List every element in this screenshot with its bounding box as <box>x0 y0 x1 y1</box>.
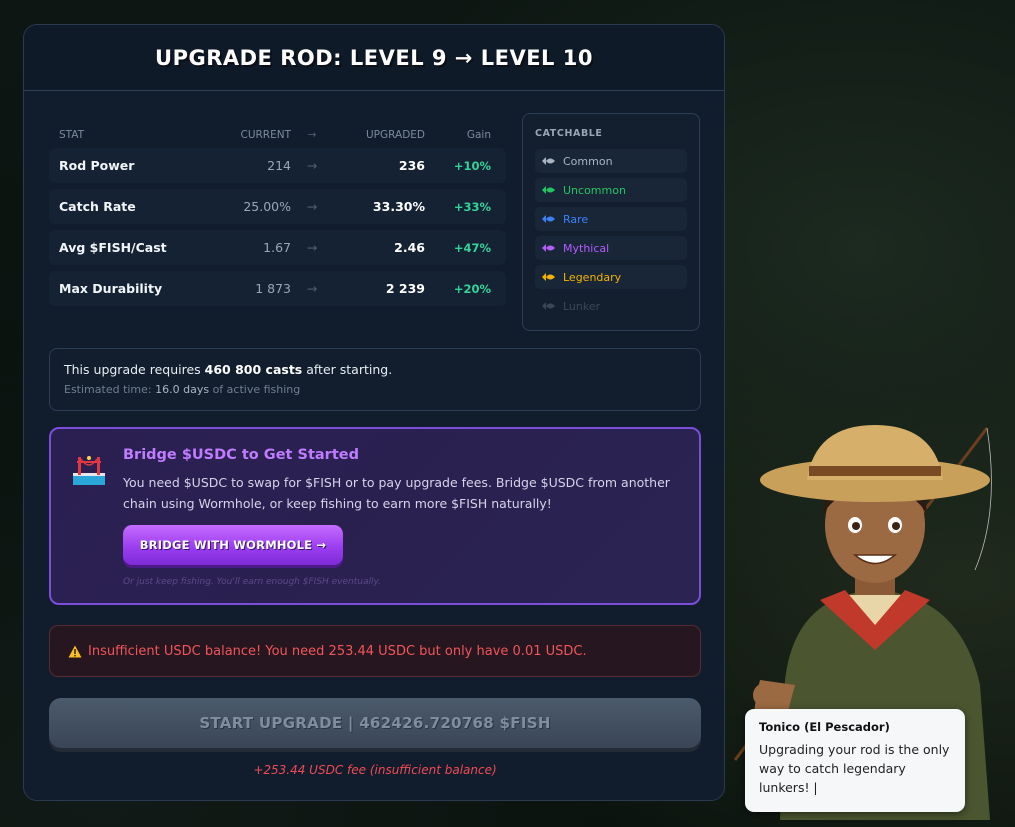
stat-current: 214 <box>267 158 291 173</box>
stat-upgraded: 236 <box>398 158 425 173</box>
warning-text: Insufficient USDC balance! You need 253.… <box>88 643 587 659</box>
panel-title: UPGRADE ROD: LEVEL 9 → LEVEL 10 <box>155 45 593 70</box>
req-prefix: This upgrade requires <box>64 362 205 377</box>
header-gain: Gain <box>466 129 491 141</box>
fish-icon <box>542 215 555 223</box>
rarity-label: Legendary <box>563 270 622 284</box>
stat-gain: +20% <box>453 281 491 296</box>
stat-name: Catch Rate <box>59 199 136 214</box>
catchable-title: CATCHABLE <box>535 128 603 139</box>
list-item: Rare <box>535 207 687 231</box>
requirements-text: This upgrade requires 460 800 casts afte… <box>64 362 686 377</box>
stat-current: 1.67 <box>263 240 291 255</box>
rarity-label: Common <box>563 154 613 168</box>
fish-icon <box>542 157 555 165</box>
bridge-usdc-card: Bridge $USDC to Get Started You need $US… <box>49 427 701 605</box>
insufficient-balance-alert: Insufficient USDC balance! You need 253.… <box>49 625 701 677</box>
list-item: Uncommon <box>535 178 687 202</box>
rarity-label: Rare <box>563 212 589 226</box>
requirements-box: This upgrade requires 460 800 casts afte… <box>49 348 701 411</box>
bridge-description: You need $USDC to swap for $FISH or to p… <box>123 475 670 511</box>
stat-current: 1 873 <box>255 281 291 296</box>
est-suffix: of active fishing <box>209 383 301 396</box>
fish-icon <box>542 244 555 252</box>
header-arrow: → <box>307 129 317 141</box>
catchable-list: CATCHABLE Common Uncommon Rare Mythical … <box>522 113 700 331</box>
est-prefix: Estimated time: <box>64 383 156 396</box>
bridge-icon <box>73 456 105 485</box>
fish-icon <box>542 302 555 310</box>
upgrade-rod-panel: UPGRADE ROD: LEVEL 9 → LEVEL 10 STAT CUR… <box>23 24 725 801</box>
req-suffix: after starting. <box>302 362 393 377</box>
bridge-title: Bridge $USDC to Get Started <box>123 447 359 463</box>
list-item: Mythical <box>535 236 687 260</box>
npc-message: Upgrading your rod is the only way to ca… <box>759 742 950 795</box>
stat-upgraded: 33.30% <box>372 199 425 214</box>
header-stat: STAT <box>59 129 85 141</box>
header-current: CURRENT <box>240 129 291 141</box>
stats-header-row: STAT CURRENT → UPGRADED Gain <box>49 122 506 148</box>
stat-name: Rod Power <box>59 158 135 173</box>
list-item: Common <box>535 149 687 173</box>
warning-icon <box>68 645 82 657</box>
stat-gain: +10% <box>453 158 491 173</box>
stats-table: STAT CURRENT → UPGRADED Gain Rod Power 2… <box>49 122 506 312</box>
npc-name: Tonico (El Pescador) <box>759 720 890 734</box>
stat-upgraded: 2 239 <box>385 281 425 296</box>
table-row: Max Durability 1 873 → 2 239 +20% <box>49 271 506 306</box>
stat-gain: +33% <box>453 199 491 214</box>
stat-name: Avg $FISH/Cast <box>59 240 167 255</box>
npc-speech-bubble: Tonico (El Pescador) Upgrading your rod … <box>745 709 965 812</box>
est-value: 16.0 days <box>155 383 210 396</box>
arrow-icon: → <box>306 158 318 173</box>
table-row: Catch Rate 25.00% → 33.30% +33% <box>49 189 506 224</box>
required-casts: 460 800 casts <box>204 362 303 377</box>
table-row: Avg $FISH/Cast 1.67 → 2.46 +47% <box>49 230 506 265</box>
fish-icon <box>542 186 555 194</box>
list-item: Lunker <box>535 294 687 318</box>
arrow-icon: → <box>306 240 318 255</box>
panel-header: UPGRADE ROD: LEVEL 9 → LEVEL 10 <box>24 25 724 91</box>
list-item: Legendary <box>535 265 687 289</box>
start-upgrade-button[interactable]: START UPGRADE | 462426.720768 $FISH <box>49 698 701 748</box>
rarity-label: Uncommon <box>563 183 626 197</box>
bridge-with-wormhole-button[interactable]: BRIDGE WITH WORMHOLE → <box>123 525 343 565</box>
rarity-label: Lunker <box>563 299 601 313</box>
estimated-time: Estimated time: 16.0 days of active fish… <box>64 383 686 396</box>
header-upgraded: UPGRADED <box>365 129 425 141</box>
arrow-icon: → <box>306 199 318 214</box>
arrow-icon: → <box>306 281 318 296</box>
stat-upgraded: 2.46 <box>394 240 425 255</box>
stat-name: Max Durability <box>59 281 163 296</box>
rarity-label: Mythical <box>563 241 610 255</box>
stat-gain: +47% <box>453 240 491 255</box>
stat-current: 25.00% <box>243 199 291 214</box>
bridge-note: Or just keep fishing. You'll earn enough… <box>123 577 381 587</box>
table-row: Rod Power 214 → 236 +10% <box>49 148 506 183</box>
fish-icon <box>542 273 555 281</box>
fee-note: +253.44 USDC fee (insufficient balance) <box>253 763 497 777</box>
